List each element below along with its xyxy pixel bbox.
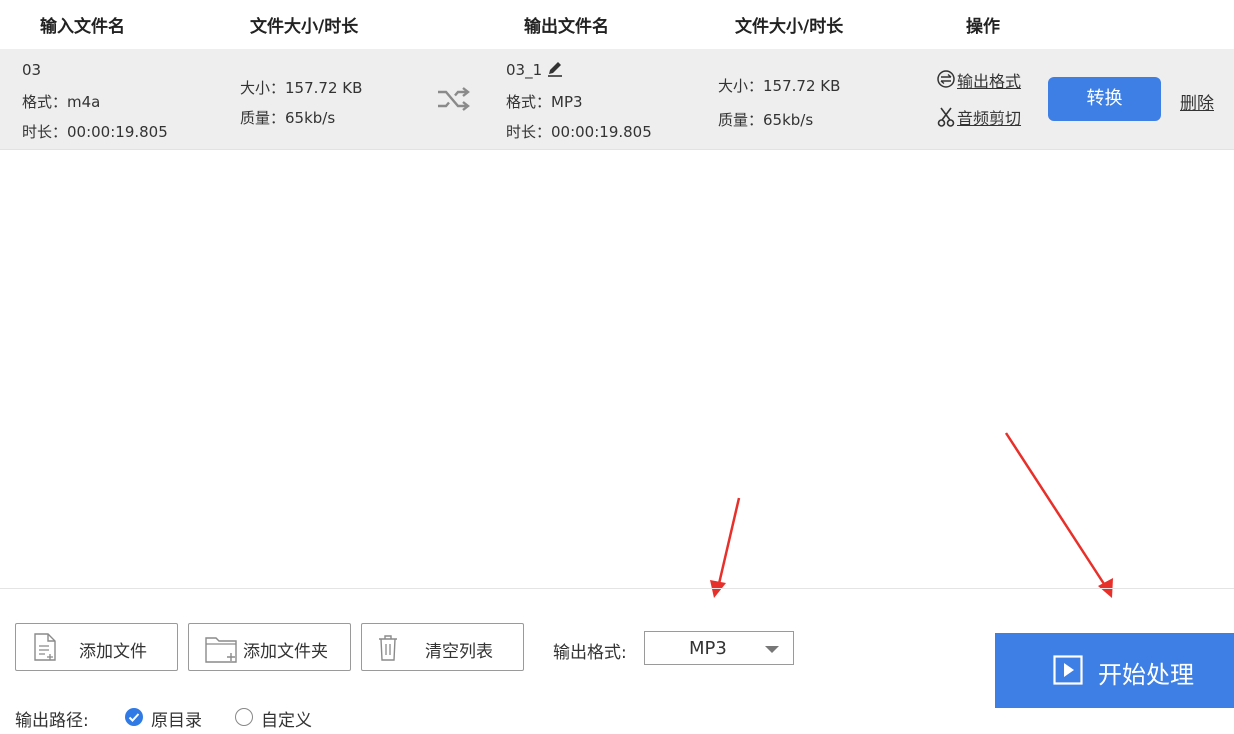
- input-file-size: 大小：157.72 KB: [240, 79, 363, 97]
- radio-original-dir-label: 原目录: [151, 711, 202, 731]
- clear-list-label: 清空列表: [425, 642, 493, 662]
- arrow-to-start-button: [1004, 432, 1108, 588]
- input-file-name: 03: [22, 61, 42, 79]
- format-swap-icon: [936, 69, 956, 93]
- output-format-value: MP3: [689, 638, 727, 659]
- file-icon: [34, 633, 56, 661]
- header-input-name: 输入文件名: [40, 17, 125, 37]
- play-icon: [1053, 655, 1083, 685]
- add-file-label: 添加文件: [79, 642, 147, 662]
- clear-list-button[interactable]: 清空列表: [361, 623, 524, 671]
- input-file-duration: 时长：00:00:19.805: [22, 123, 168, 141]
- add-file-button[interactable]: 添加文件: [15, 623, 178, 671]
- output-path-label: 输出路径:: [15, 711, 89, 731]
- table-row: 03 格式：m4a 时长：00:00:19.805 大小：157.72 KB 质…: [0, 49, 1234, 150]
- output-file-name: 03_1: [506, 61, 543, 79]
- output-format-link[interactable]: 输出格式: [957, 68, 1021, 92]
- output-format-label: 输出格式:: [553, 643, 627, 663]
- output-file-duration: 时长：00:00:19.805: [506, 123, 652, 141]
- output-file-format: 格式：MP3: [506, 93, 583, 111]
- header-output-size: 文件大小/时长: [735, 17, 844, 37]
- arrow-head-format: [710, 580, 726, 598]
- output-file-size: 大小：157.72 KB: [718, 77, 841, 95]
- output-file-quality: 质量：65kb/s: [718, 111, 814, 129]
- header-input-size: 文件大小/时长: [250, 17, 359, 37]
- add-folder-label: 添加文件夹: [243, 642, 328, 662]
- input-file-format: 格式：m4a: [22, 93, 101, 111]
- radio-unchecked-icon: [235, 708, 253, 726]
- folder-icon: [205, 637, 237, 663]
- header-actions: 操作: [966, 17, 1000, 37]
- delete-link[interactable]: 删除: [1180, 89, 1214, 114]
- scissors-icon: [937, 106, 955, 132]
- chevron-down-icon: [765, 646, 779, 653]
- pencil-edit-icon[interactable]: [546, 60, 564, 82]
- table-header: 输入文件名 文件大小/时长 输出文件名 文件大小/时长 操作: [0, 0, 1234, 48]
- audio-cut-link[interactable]: 音频剪切: [957, 105, 1021, 129]
- start-processing-button[interactable]: 开始处理: [995, 633, 1234, 708]
- radio-custom-dir-label: 自定义: [261, 711, 312, 731]
- add-folder-button[interactable]: 添加文件夹: [188, 623, 351, 671]
- start-processing-label: 开始处理: [1098, 661, 1194, 689]
- radio-checked-icon: [125, 708, 143, 726]
- divider: [0, 588, 1234, 589]
- shuffle-icon: [436, 85, 472, 117]
- output-format-select[interactable]: MP3: [644, 631, 794, 665]
- trash-icon: [379, 635, 397, 661]
- arrow-to-format-select: [716, 497, 741, 589]
- convert-button[interactable]: 转换: [1048, 77, 1161, 121]
- header-output-name: 输出文件名: [524, 17, 609, 37]
- input-file-quality: 质量：65kb/s: [240, 109, 336, 127]
